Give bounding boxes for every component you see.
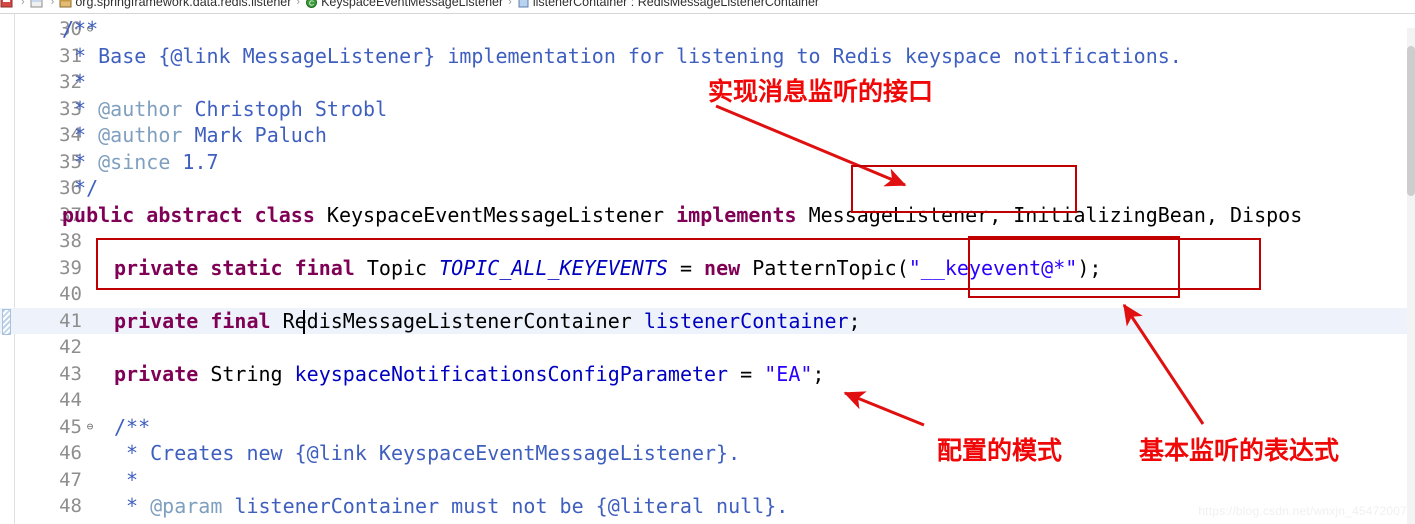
- code-line-34[interactable]: 34 * @author Mark Paluch: [0, 122, 1415, 149]
- vertical-scrollbar[interactable]: [1407, 28, 1415, 524]
- class-icon: C: [305, 0, 318, 9]
- code-line-39[interactable]: 39 private static final Topic TOPIC_ALL_K…: [0, 255, 1415, 282]
- code-text-34: * @author Mark Paluch: [62, 123, 327, 148]
- change-marker: [2, 308, 11, 335]
- field-icon: [517, 0, 530, 9]
- line-number-48: 48: [59, 495, 82, 518]
- code-line-30[interactable]: 30 ⊖/**: [0, 16, 1415, 43]
- breadcrumb-item-source-folder[interactable]: [30, 0, 46, 9]
- text-caret: [303, 309, 305, 334]
- code-line-41[interactable]: 41 private final RedisMessageListenerCont…: [0, 307, 1415, 334]
- code-text-37: public abstract class KeyspaceEventMessa…: [62, 202, 1303, 227]
- breadcrumb-separator: ›: [21, 0, 25, 8]
- breadcrumb-label-field: listenerContainer : RedisMessageListener…: [532, 0, 820, 9]
- code-text-41: private final RedisMessageListenerContai…: [114, 308, 861, 333]
- project-icon: [0, 0, 13, 9]
- code-text-47: *: [114, 467, 139, 492]
- config-mode-note: 配置的模式: [937, 436, 1063, 465]
- code-text-33: * @author Christoph Strobl: [62, 96, 388, 121]
- code-line-43[interactable]: 43 private String keyspaceNotificationsCo…: [0, 361, 1415, 388]
- code-text-36: */: [62, 176, 99, 201]
- listen-expression-note: 基本监听的表达式: [1139, 436, 1340, 465]
- code-text-30: /**: [62, 17, 99, 42]
- code-line-47[interactable]: 47 *: [0, 467, 1415, 494]
- package-icon: [59, 0, 72, 9]
- line-number-38: 38: [59, 230, 82, 253]
- code-line-36[interactable]: 36 */: [0, 175, 1415, 202]
- interface-note: 实现消息监听的接口: [708, 77, 934, 106]
- breadcrumb-separator: ›: [508, 0, 512, 8]
- code-text-46: * Creates new {@link KeyspaceEventMessag…: [114, 441, 741, 466]
- code-line-37[interactable]: 37 public abstract class KeyspaceEventMes…: [0, 202, 1415, 229]
- code-text-35: * @since 1.7: [62, 149, 219, 174]
- breadcrumb-item-project[interactable]: [0, 0, 16, 9]
- line-number-47: 47: [59, 468, 82, 491]
- line-number-43: 43: [59, 362, 82, 385]
- code-line-40[interactable]: 40: [0, 281, 1415, 308]
- breadcrumb[interactable]: › › org.springframework.data.redis.liste…: [0, 0, 1415, 13]
- code-line-44[interactable]: 44: [0, 387, 1415, 414]
- breadcrumb-item-class[interactable]: C KeyspaceEventMessageListener: [305, 0, 503, 9]
- code-line-42[interactable]: 42: [0, 334, 1415, 361]
- line-number-45: 45: [59, 415, 82, 438]
- breadcrumb-item-field[interactable]: listenerContainer : RedisMessageListener…: [517, 0, 819, 9]
- code-text-31: * Base {@link MessageListener} implement…: [62, 43, 1182, 68]
- watermark: https://blog.csdn.net/wnxjn_45472007: [1198, 504, 1407, 518]
- fold-toggle-45[interactable]: ⊖: [84, 414, 96, 441]
- breadcrumb-separator: ›: [50, 0, 55, 8]
- source-folder-icon: [30, 0, 43, 9]
- line-number-46: 46: [59, 442, 82, 465]
- code-text-39: private static final Topic TOPIC_ALL_KEY…: [114, 255, 1102, 280]
- line-number-40: 40: [59, 283, 82, 306]
- line-number-41: 41: [59, 309, 82, 332]
- breadcrumb-item-package[interactable]: org.springframework.data.redis.listener: [59, 0, 291, 9]
- svg-text:C: C: [309, 0, 314, 7]
- code-text-45: /**: [114, 414, 151, 439]
- line-number-42: 42: [59, 336, 82, 359]
- line-number-44: 44: [59, 389, 82, 412]
- editor-screenshot: › › org.springframework.data.redis.liste…: [0, 0, 1415, 524]
- vertical-scrollbar-thumb[interactable]: [1407, 46, 1415, 196]
- line-number-39: 39: [59, 256, 82, 279]
- code-text-32: *: [62, 70, 87, 95]
- code-text-48: * @param listenerContainer must not be {…: [114, 494, 789, 519]
- code-line-38[interactable]: 38: [0, 228, 1415, 255]
- code-text-43: private String keyspaceNotificationsConf…: [114, 361, 825, 386]
- code-line-31[interactable]: 31 * Base {@link MessageListener} implem…: [0, 43, 1415, 70]
- code-line-35[interactable]: 35 * @since 1.7: [0, 149, 1415, 176]
- breadcrumb-separator: ›: [296, 0, 301, 8]
- breadcrumb-label-package: org.springframework.data.redis.listener: [75, 0, 292, 9]
- breadcrumb-label-class: KeyspaceEventMessageListener: [321, 0, 504, 9]
